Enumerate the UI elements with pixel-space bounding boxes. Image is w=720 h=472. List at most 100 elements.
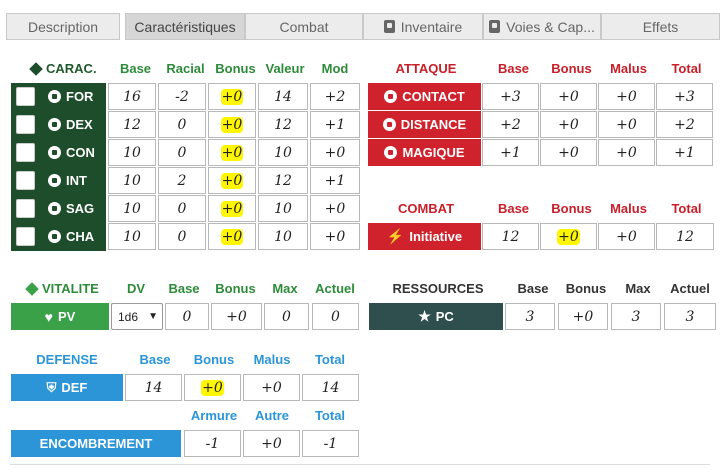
dice-icon xyxy=(48,146,61,159)
carac-checkbox[interactable] xyxy=(16,143,35,162)
encombrement-col-total: Total xyxy=(314,408,346,423)
encombrement-total: -1 xyxy=(302,430,359,457)
encombrement-autre[interactable]: +0 xyxy=(243,430,300,457)
carac-bonus-cell[interactable]: +0 xyxy=(208,223,256,250)
attaque-bonus-cell[interactable]: +0 xyxy=(540,139,597,166)
carac-base-cell[interactable]: 12 xyxy=(108,111,156,138)
carac-checkbox[interactable] xyxy=(16,115,35,134)
encombrement-button[interactable]: ENCOMBREMENT xyxy=(11,430,181,457)
pc-base[interactable]: 3 xyxy=(505,303,555,330)
attaque-row-button[interactable]: DISTANCE xyxy=(368,111,481,138)
attaque-total-cell: +3 xyxy=(656,83,713,110)
pc-max: 3 xyxy=(611,303,661,330)
attaque-malus-cell[interactable]: +0 xyxy=(598,83,655,110)
tab-label: Description xyxy=(27,18,99,35)
tab-inventaire[interactable]: Inventaire xyxy=(363,13,483,40)
initiative-base[interactable]: 12 xyxy=(482,223,539,250)
attaque-base-cell[interactable]: +3 xyxy=(482,83,539,110)
carac-row-label[interactable]: FOR xyxy=(48,83,104,110)
carac-bonus-value: +0 xyxy=(220,144,244,161)
tab-description[interactable]: Description xyxy=(6,13,120,40)
pc-button[interactable]: ★ PC xyxy=(369,303,503,330)
carac-row-label[interactable]: DEX xyxy=(48,111,104,138)
tab-combat[interactable]: Combat xyxy=(245,13,363,40)
carac-row-label[interactable]: INT xyxy=(48,167,104,194)
attaque-base-cell[interactable]: +2 xyxy=(482,111,539,138)
initiative-malus[interactable]: +0 xyxy=(598,223,655,250)
carac-row-label[interactable]: CHA xyxy=(48,223,104,250)
encombrement-armure[interactable]: -1 xyxy=(184,430,241,457)
heart-icon: ♥ xyxy=(44,308,53,325)
pv-base[interactable]: 0 xyxy=(165,303,209,330)
attaque-bonus-cell[interactable]: +0 xyxy=(540,83,597,110)
vitalite-col-bonus: Bonus xyxy=(215,281,256,296)
carac-mod-cell: +0 xyxy=(310,139,360,166)
tab-label: Combat xyxy=(279,18,329,35)
def-button[interactable]: ⛨ DEF xyxy=(11,374,123,401)
carac-base-cell[interactable]: 10 xyxy=(108,223,156,250)
tab-label: Caractéristiques xyxy=(134,18,236,35)
pc-bonus[interactable]: +0 xyxy=(558,303,608,330)
dice-icon xyxy=(382,118,396,131)
vitalite-col-actuel: Actuel xyxy=(315,281,355,296)
carac-base-cell[interactable]: 10 xyxy=(108,167,156,194)
carac-col-base: Base xyxy=(119,61,152,76)
combat-title: COMBAT xyxy=(397,201,455,216)
carac-racial-cell[interactable]: 2 xyxy=(158,167,206,194)
carac-checkbox[interactable] xyxy=(16,87,35,106)
attaque-malus-cell[interactable]: +0 xyxy=(598,139,655,166)
pv-bonus[interactable]: +0 xyxy=(211,303,262,330)
carac-checkbox[interactable] xyxy=(16,199,35,218)
pv-actuel[interactable]: 0 xyxy=(312,303,359,330)
carac-bonus-cell[interactable]: +0 xyxy=(208,111,256,138)
def-bonus[interactable]: +0 xyxy=(184,374,241,401)
attaque-malus-cell[interactable]: +0 xyxy=(598,111,655,138)
divider xyxy=(10,464,710,465)
carac-racial-cell[interactable]: 0 xyxy=(158,195,206,222)
def-malus[interactable]: +0 xyxy=(243,374,300,401)
carac-name: FOR xyxy=(66,89,94,104)
carac-base-cell[interactable]: 10 xyxy=(108,139,156,166)
attaque-row-button[interactable]: CONTACT xyxy=(368,83,481,110)
carac-racial-cell[interactable]: 0 xyxy=(158,111,206,138)
initiative-bonus[interactable]: +0 xyxy=(540,223,597,250)
tab-voies-capacites[interactable]: Voies & Cap... xyxy=(483,13,601,40)
dice-icon xyxy=(384,146,398,159)
carac-bonus-cell[interactable]: +0 xyxy=(208,167,256,194)
attaque-col-malus: Malus xyxy=(610,61,647,76)
combat-col-base: Base xyxy=(497,201,530,216)
carac-mod-cell: +0 xyxy=(310,195,360,222)
cube-icon xyxy=(25,281,39,296)
carac-bonus-cell[interactable]: +0 xyxy=(208,195,256,222)
carac-base-cell[interactable]: 10 xyxy=(108,195,156,222)
attaque-base-cell[interactable]: +1 xyxy=(482,139,539,166)
defense-title: DEFENSE xyxy=(36,352,98,367)
carac-bonus-value: +0 xyxy=(220,88,244,105)
carac-racial-cell[interactable]: 0 xyxy=(158,139,206,166)
carac-row-label[interactable]: CON xyxy=(48,139,104,166)
carac-row-label[interactable]: SAG xyxy=(48,195,104,222)
carac-checkbox[interactable] xyxy=(16,227,35,246)
attaque-row-button[interactable]: MAGIQUE xyxy=(368,139,481,166)
carac-bonus-cell[interactable]: +0 xyxy=(208,139,256,166)
carac-racial-cell[interactable]: 0 xyxy=(158,223,206,250)
attaque-bonus-cell[interactable]: +0 xyxy=(540,111,597,138)
tab-effets[interactable]: Effets xyxy=(601,13,720,40)
initiative-button[interactable]: ⚡ Initiative xyxy=(368,223,481,250)
carac-base-cell[interactable]: 16 xyxy=(108,83,156,110)
carac-racial-cell[interactable]: -2 xyxy=(158,83,206,110)
pv-button[interactable]: ♥ PV xyxy=(11,303,109,330)
tab-caracteristiques[interactable]: Caractéristiques xyxy=(125,13,245,40)
defense-col-bonus: Bonus xyxy=(193,352,235,367)
attaque-col-base: Base xyxy=(497,61,530,76)
carac-bonus-cell[interactable]: +0 xyxy=(208,83,256,110)
dv-select[interactable]: 1d6 ▼ xyxy=(111,303,163,330)
attaque-title: ATTAQUE xyxy=(395,61,457,76)
pc-actuel[interactable]: 3 xyxy=(664,303,716,330)
def-label: DEF xyxy=(61,380,88,395)
carac-checkbox[interactable] xyxy=(16,171,35,190)
carac-name: CHA xyxy=(66,229,95,244)
def-total: 14 xyxy=(302,374,359,401)
def-base[interactable]: 14 xyxy=(125,374,182,401)
combat-col-malus: Malus xyxy=(610,201,647,216)
